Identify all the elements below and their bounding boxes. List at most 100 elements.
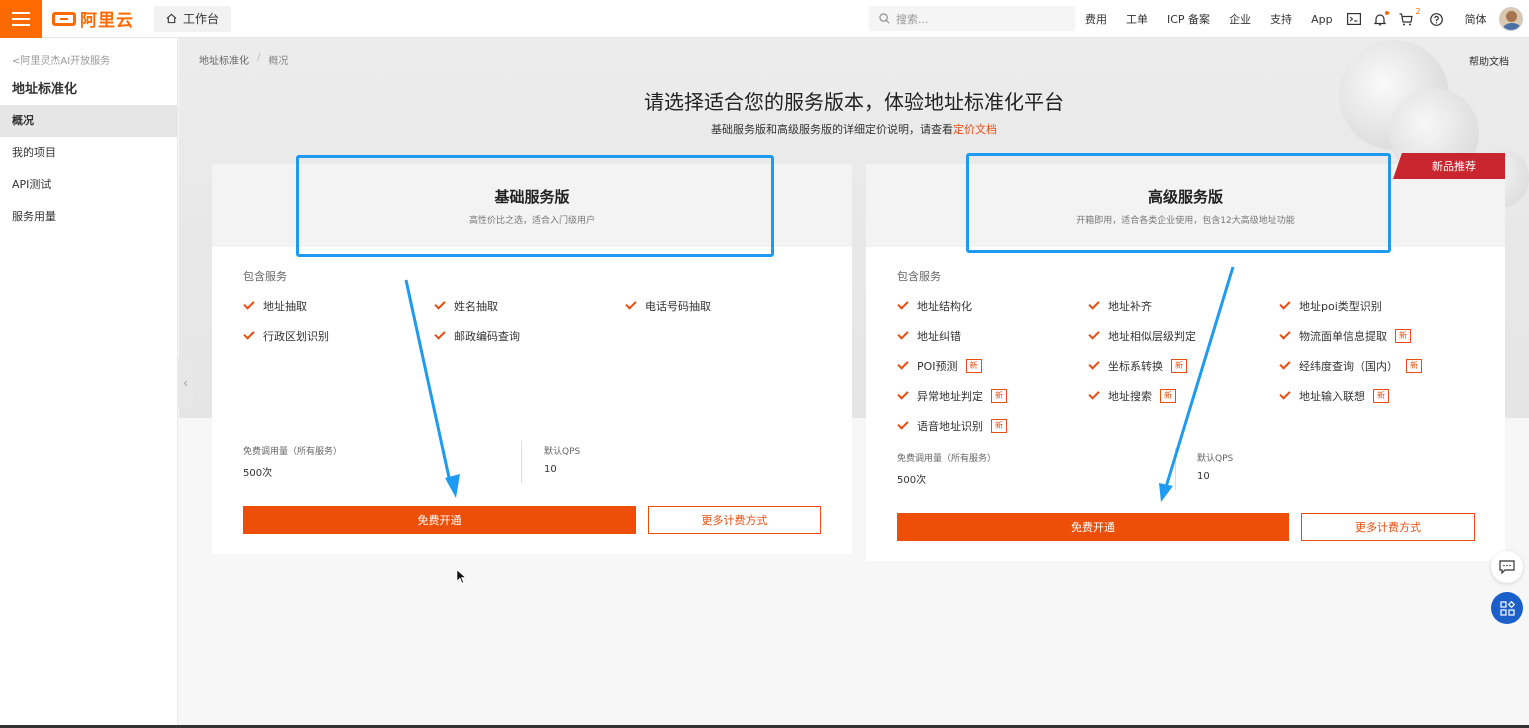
- basic-free-activate-button[interactable]: 免费开通: [243, 506, 636, 534]
- page-title: 请选择适合您的服务版本，体验地址标准化平台: [644, 90, 1064, 114]
- nav-enterprise[interactable]: 企业: [1229, 11, 1251, 27]
- nav-icp[interactable]: ICP 备案: [1167, 11, 1210, 27]
- back-link[interactable]: <阿里灵杰AI开放服务: [12, 52, 110, 67]
- includes-label: 包含服务: [897, 270, 941, 283]
- nav-tickets[interactable]: 工单: [1126, 11, 1148, 27]
- user-avatar[interactable]: [1499, 7, 1523, 31]
- help-icon[interactable]: [1429, 12, 1443, 26]
- check-icon: [1279, 388, 1291, 400]
- check-icon: [897, 388, 909, 400]
- check-icon: [434, 298, 446, 310]
- annotation-highlight-basic: [296, 155, 774, 257]
- new-tag: 新: [1395, 329, 1411, 343]
- new-tag: 新: [965, 359, 982, 373]
- feature-label: 语音地址识别: [917, 420, 983, 433]
- check-icon: [1088, 298, 1100, 310]
- chevron-left-icon: ‹: [183, 376, 188, 390]
- check-icon: [897, 328, 909, 340]
- feature-item: 地址相似层级判定: [1088, 328, 1196, 344]
- sidebar-item-usage[interactable]: 服务用量: [0, 201, 178, 233]
- mouse-cursor: [456, 569, 467, 587]
- advanced-more-pricing-button[interactable]: 更多计费方式: [1301, 513, 1475, 541]
- hamburger-icon: [12, 11, 30, 26]
- feature-item: 地址补齐: [1088, 298, 1152, 314]
- check-icon: [1279, 298, 1291, 310]
- feature-item: 经纬度查询（国内） 新: [1279, 358, 1422, 374]
- logo-text: 阿里云: [80, 11, 134, 31]
- breadcrumb-separator: /: [257, 52, 261, 63]
- feature-label: 坐标系转换: [1108, 360, 1163, 373]
- new-tag: 新: [1171, 359, 1187, 373]
- feature-label: 地址纠错: [917, 330, 961, 343]
- feature-label: 地址搜索: [1108, 390, 1152, 403]
- bell-icon[interactable]: [1373, 10, 1389, 26]
- qps-value: 10: [544, 464, 557, 475]
- cart-icon[interactable]: 2: [1399, 7, 1421, 26]
- feature-item: 地址搜索新: [1088, 388, 1176, 404]
- sidebar-item-my-projects[interactable]: 我的项目: [0, 137, 178, 169]
- feature-label: 异常地址判定: [917, 390, 983, 403]
- feature-item: 地址poi类型识别: [1279, 298, 1382, 314]
- chat-icon: [1499, 560, 1515, 574]
- feature-label: 经纬度查询（国内）: [1299, 360, 1398, 373]
- basic-more-pricing-button[interactable]: 更多计费方式: [648, 506, 821, 534]
- pricing-doc-link[interactable]: 定价文档: [953, 123, 997, 136]
- workbench-label: 工作台: [183, 12, 220, 26]
- menu-button[interactable]: [0, 0, 42, 38]
- feature-item: 行政区划识别: [243, 328, 329, 344]
- check-icon: [1088, 388, 1100, 400]
- feature-item: 电话号码抽取: [625, 298, 711, 314]
- nav-app[interactable]: App: [1311, 13, 1333, 26]
- feature-label: 物流面单信息提取: [1299, 330, 1387, 343]
- check-icon: [897, 358, 909, 370]
- nav-support[interactable]: 支持: [1270, 11, 1292, 27]
- check-icon: [243, 328, 255, 340]
- feature-label: 姓名抽取: [454, 300, 498, 313]
- terminal-icon[interactable]: [1346, 13, 1361, 25]
- apps-icon: [1499, 600, 1515, 616]
- advanced-free-activate-button[interactable]: 免费开通: [897, 513, 1289, 541]
- workbench-button[interactable]: 工作台: [154, 5, 232, 32]
- includes-label: 包含服务: [243, 270, 287, 283]
- logo-icon: [52, 11, 76, 26]
- subtitle-text: 基础服务版和高级服务版的详细定价说明，请查看: [711, 123, 953, 136]
- new-tag: 新: [991, 419, 1007, 433]
- back-link-label: 阿里灵杰AI开放服务: [20, 56, 111, 67]
- check-icon: [897, 418, 909, 430]
- top-nav: 费用 工单 ICP 备案 企业 支持 App 2 简体: [1085, 0, 1506, 38]
- stat-divider: [521, 441, 522, 483]
- breadcrumb-item[interactable]: 地址标准化: [199, 52, 249, 67]
- qps-label: 默认QPS: [1197, 454, 1234, 464]
- quota-value: 500次: [243, 468, 273, 479]
- feature-label: 地址相似层级判定: [1108, 330, 1196, 343]
- breadcrumb-item: 概况: [268, 56, 289, 67]
- qps-label: 默认QPS: [544, 447, 581, 457]
- language-switch[interactable]: 简体: [1465, 11, 1487, 27]
- aliyun-logo[interactable]: 阿里云: [52, 6, 134, 31]
- nav-fees[interactable]: 费用: [1085, 11, 1107, 27]
- check-icon: [1088, 358, 1100, 370]
- qps-value: 10: [1197, 471, 1210, 482]
- feature-label: 地址补齐: [1108, 300, 1152, 313]
- check-icon: [1279, 358, 1291, 370]
- check-icon: [1088, 328, 1100, 340]
- feature-label: 电话号码抽取: [645, 300, 711, 313]
- sidebar-item-api-test[interactable]: API测试: [0, 169, 178, 201]
- feature-label: POI预测: [917, 360, 958, 373]
- sidebar-collapse-handle[interactable]: ‹: [178, 358, 193, 408]
- search-placeholder: 搜索...: [896, 12, 929, 26]
- feature-item: 邮政编码查询: [434, 328, 520, 344]
- check-icon: [625, 298, 637, 310]
- feature-label: 地址抽取: [263, 300, 307, 313]
- new-tag: 新: [991, 389, 1007, 403]
- help-doc-link[interactable]: 帮助文档: [1469, 53, 1509, 68]
- chat-float-button[interactable]: [1491, 551, 1523, 583]
- apps-float-button[interactable]: [1491, 592, 1523, 624]
- quota-label: 免费调用量（所有服务）: [243, 447, 343, 457]
- feature-item: 语音地址识别新: [897, 418, 1007, 434]
- new-tag: 新: [1406, 359, 1422, 373]
- check-icon: [434, 328, 446, 340]
- search-input[interactable]: 搜索...: [869, 6, 1075, 31]
- feature-item: 地址输入联想新: [1279, 388, 1389, 404]
- feature-item: 地址抽取: [243, 298, 307, 314]
